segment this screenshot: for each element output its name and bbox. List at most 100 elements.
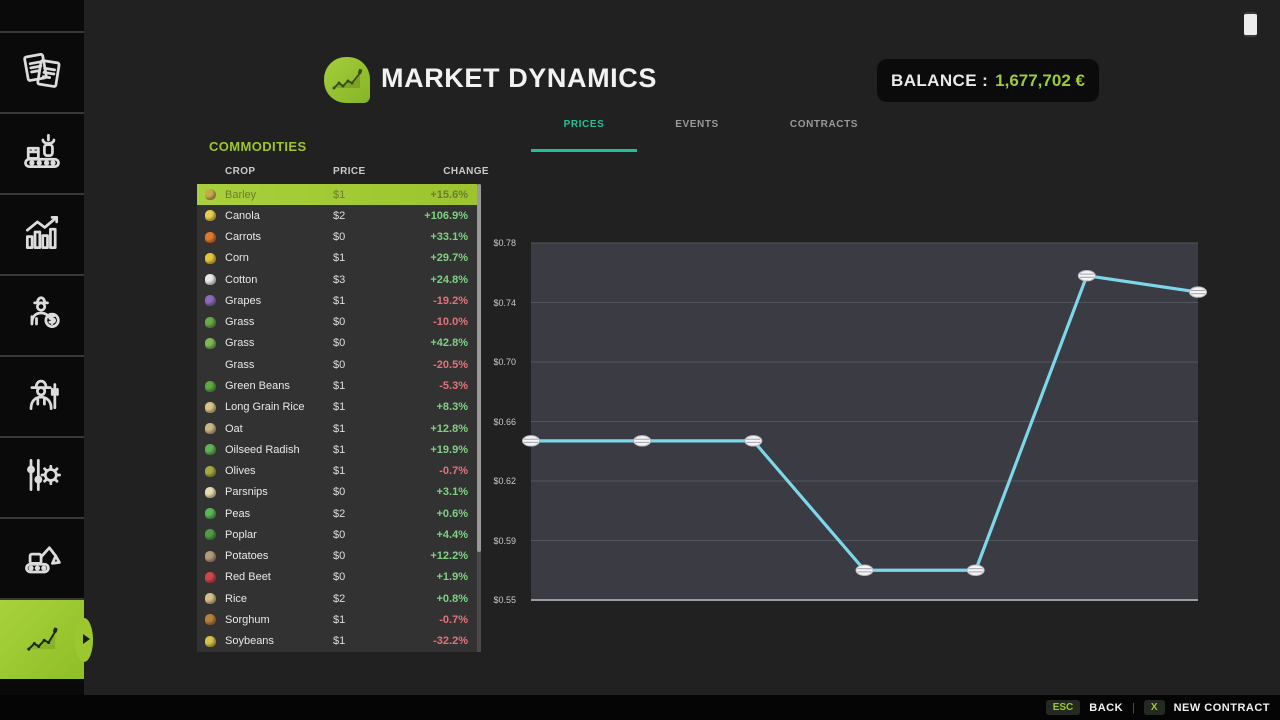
commodity-row-sorghum[interactable]: Sorghum$1-0.7%: [197, 609, 481, 630]
commodity-row-grass[interactable]: Grass$0-10.0%: [197, 312, 481, 333]
crop-change: +8.3%: [403, 401, 468, 413]
red-beet-crop-icon: [205, 572, 216, 583]
sidebar-item-production[interactable]: [0, 112, 84, 193]
crop-change: +4.4%: [403, 529, 468, 541]
crop-name: Olives: [225, 465, 333, 477]
crop-name: Long Grain Rice: [225, 401, 333, 413]
tab-events[interactable]: EVENTS: [675, 119, 719, 130]
crop-change: +3.1%: [403, 486, 468, 498]
cutoff-icon: [22, 0, 62, 31]
sorghum-crop-icon: [205, 614, 216, 625]
sidebar-item-statistics[interactable]: [0, 193, 84, 274]
commodity-row-long-grain-rice[interactable]: Long Grain Rice$1+8.3%: [197, 397, 481, 418]
green-beans-crop-icon: [205, 381, 216, 392]
y-tick-label: $0.55: [478, 595, 516, 605]
crop-change: +12.2%: [403, 550, 468, 562]
table-header: CROP PRICE CHANGE: [197, 163, 502, 179]
market-dynamics-logo: [324, 57, 370, 103]
commodity-row-corn[interactable]: Corn$1+29.7%: [197, 248, 481, 269]
crop-name: Grass: [225, 337, 333, 349]
sidebar-item-sales[interactable]: [0, 274, 84, 355]
y-tick-label: $0.62: [478, 476, 516, 486]
tab-contracts[interactable]: CONTRACTS: [790, 119, 858, 130]
commodity-row-olives[interactable]: Olives$1-0.7%: [197, 460, 481, 481]
commodity-row-grass[interactable]: Grass$0+42.8%: [197, 333, 481, 354]
crop-price: $2: [333, 593, 403, 605]
column-crop: CROP: [225, 166, 333, 177]
crop-price: $0: [333, 231, 403, 243]
active-tab-underline: [531, 149, 637, 152]
commodity-row-red-beet[interactable]: Red Beet$0+1.9%: [197, 567, 481, 588]
crop-name: Soybeans: [225, 635, 333, 647]
sidebar-item-settings[interactable]: [0, 436, 84, 517]
commodity-row-oilseed-radish[interactable]: Oilseed Radish$1+19.9%: [197, 439, 481, 460]
crop-price: $0: [333, 359, 403, 371]
soybeans-crop-icon: [205, 636, 216, 647]
sidebar-item-documents[interactable]: [0, 31, 84, 112]
data-point-marker: [523, 436, 540, 446]
y-tick-label: $0.70: [478, 357, 516, 367]
commodity-row-green-beans[interactable]: Green Beans$1-5.3%: [197, 375, 481, 396]
commodity-row-grass[interactable]: Grass$0-20.5%: [197, 354, 481, 375]
chart-y-axis: $0.78$0.74$0.70$0.66$0.62$0.59$0.55: [478, 243, 516, 600]
new-contract-label[interactable]: NEW CONTRACT: [1174, 702, 1270, 714]
market-dynamics-screen: MARKET DYNAMICS BALANCE : 1,677,702 € PR…: [0, 0, 1280, 720]
commodity-row-peas[interactable]: Peas$2+0.6%: [197, 503, 481, 524]
crop-name: Carrots: [225, 231, 333, 243]
oilseed-radish-crop-icon: [205, 444, 216, 455]
commodity-row-cotton[interactable]: Cotton$3+24.8%: [197, 269, 481, 290]
poplar-crop-icon: [205, 529, 216, 540]
commodity-row-grapes[interactable]: Grapes$1-19.2%: [197, 290, 481, 311]
y-tick-label: $0.74: [478, 298, 516, 308]
crop-name: Grass: [225, 359, 333, 371]
crop-change: -20.5%: [403, 359, 468, 371]
crop-price: $1: [333, 189, 403, 201]
y-tick-label: $0.78: [478, 238, 516, 248]
price-line: [531, 276, 1198, 571]
commodity-row-barley[interactable]: Barley$1+15.6%: [197, 184, 481, 205]
crop-price: $0: [333, 316, 403, 328]
commodity-row-carrots[interactable]: Carrots$0+33.1%: [197, 227, 481, 248]
commodity-row-potatoes[interactable]: Potatoes$0+12.2%: [197, 546, 481, 567]
crop-change: +15.6%: [403, 189, 468, 201]
commodity-row-parsnips[interactable]: Parsnips$0+3.1%: [197, 482, 481, 503]
commodity-row-oat[interactable]: Oat$1+12.8%: [197, 418, 481, 439]
olives-crop-icon: [205, 466, 216, 477]
crop-change: -0.7%: [403, 465, 468, 477]
long-grain-rice-crop-icon: [205, 402, 216, 413]
y-tick-label: $0.59: [478, 536, 516, 546]
sidebar-item-excavator[interactable]: [0, 517, 84, 598]
back-label[interactable]: BACK: [1089, 702, 1123, 714]
data-point-marker: [856, 565, 873, 575]
x-key[interactable]: X: [1144, 700, 1165, 715]
crop-change: -5.3%: [403, 380, 468, 392]
crop-name: Grapes: [225, 295, 333, 307]
crop-change: +0.6%: [403, 508, 468, 520]
crop-name: Rice: [225, 593, 333, 605]
data-point-marker: [1190, 287, 1207, 297]
crop-name: Barley: [225, 189, 333, 201]
grass-crop-icon: [205, 317, 216, 328]
sidebar-item-farmer[interactable]: [0, 355, 84, 436]
crop-name: Parsnips: [225, 486, 333, 498]
excavator-icon: [20, 534, 64, 583]
commodity-row-soybeans[interactable]: Soybeans$1-32.2%: [197, 631, 481, 652]
data-point-marker: [1078, 271, 1095, 281]
crop-price: $0: [333, 486, 403, 498]
documents-icon: [20, 48, 64, 97]
crop-change: +19.9%: [403, 444, 468, 456]
crop-price: $1: [333, 295, 403, 307]
commodity-row-canola[interactable]: Canola$2+106.9%: [197, 205, 481, 226]
commodity-row-poplar[interactable]: Poplar$0+4.4%: [197, 524, 481, 545]
crop-price: $1: [333, 614, 403, 626]
crop-name: Canola: [225, 210, 333, 222]
sidebar-item-market-dynamics[interactable]: [0, 598, 84, 679]
crop-price: $1: [333, 380, 403, 392]
crop-price: $1: [333, 444, 403, 456]
settings-icon: [20, 453, 64, 502]
crop-name: Green Beans: [225, 380, 333, 392]
tab-prices[interactable]: PRICES: [564, 119, 605, 130]
commodity-row-rice[interactable]: Rice$2+0.8%: [197, 588, 481, 609]
esc-key[interactable]: ESC: [1046, 700, 1081, 715]
sidebar-item-cutoff[interactable]: [0, 0, 84, 31]
